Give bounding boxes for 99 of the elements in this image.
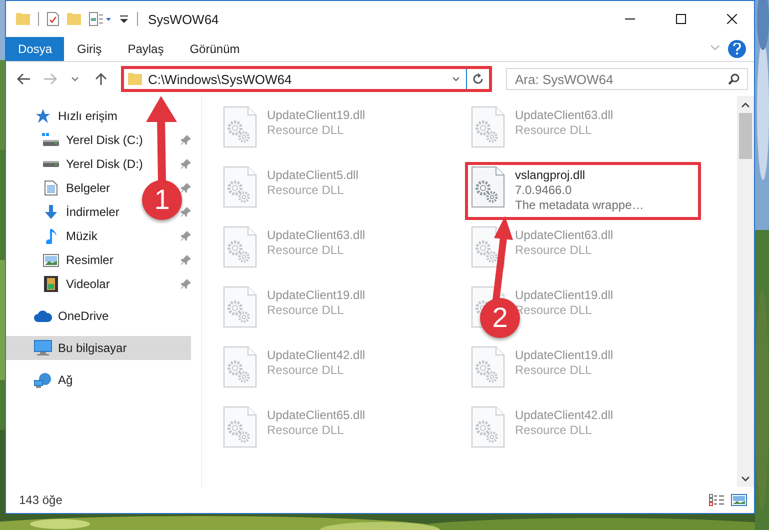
- question-mark-icon: [733, 43, 741, 55]
- sidebar-item[interactable]: Yerel Disk (C:): [6, 128, 149, 152]
- file-detail: Resource DLL: [267, 243, 345, 258]
- gear-file-icon: [471, 106, 505, 148]
- gear-file-icon: [223, 106, 257, 148]
- ribbon-tab[interactable]: Giriş: [64, 37, 115, 61]
- file-name: vslangproj.dll: [515, 168, 586, 183]
- sidebar-item[interactable]: Ağ: [6, 368, 79, 392]
- ribbon-tab[interactable]: Görünüm: [176, 37, 253, 61]
- network-icon: [34, 372, 52, 388]
- item-count: 143 öğe: [19, 493, 64, 507]
- file-detail: Resource DLL: [515, 423, 593, 438]
- chevron-icon: [71, 76, 80, 82]
- pin-icon[interactable]: [181, 135, 191, 145]
- maximize-icon: [676, 14, 686, 24]
- download-arrow-icon: [43, 204, 59, 220]
- document-icon: [44, 180, 58, 196]
- forward-arrow-icon: [42, 73, 57, 85]
- search-field[interactable]: Ara: SysWOW64: [506, 68, 748, 90]
- sidebar-item[interactable]: Hızlı erişim: [6, 104, 124, 128]
- file-detail: Resource DLL: [267, 303, 345, 318]
- pin-icon[interactable]: [181, 159, 191, 169]
- file-name: UpdateClient63.dll: [267, 228, 366, 243]
- help-button[interactable]: [728, 40, 746, 58]
- file-name: UpdateClient63.dll: [515, 108, 614, 123]
- details-view-icon: [709, 494, 725, 506]
- star-icon: [35, 108, 51, 124]
- drive-icon: [42, 133, 60, 147]
- file-item[interactable]: vslangproj.dll 7.0.9466.0 The metadata wrappe…: [465, 162, 701, 220]
- dropdown-icon[interactable]: [452, 76, 460, 82]
- file-name: UpdateClient5.dll: [267, 168, 358, 183]
- file-name: UpdateClient19.dll: [267, 108, 366, 123]
- music-note-icon: [45, 228, 57, 244]
- gear-file-icon: [471, 406, 505, 448]
- gear-file-icon: [223, 226, 257, 268]
- address-bar[interactable]: C:\Windows\SysWOW64: [120, 66, 492, 92]
- gear-file-icon: [223, 166, 257, 208]
- gear-file-icon: [471, 226, 505, 268]
- file-detail: Resource DLL: [267, 423, 345, 438]
- file-detail: Resource DLL: [267, 183, 345, 198]
- image-icon: [731, 494, 747, 506]
- cloud-icon: [34, 310, 52, 322]
- ribbon-tab[interactable]: Paylaş: [114, 37, 177, 61]
- back-arrow-icon: [16, 73, 31, 85]
- sidebar-item[interactable]: Bu bilgisayar: [6, 336, 191, 360]
- scroll-up-icon[interactable]: [741, 102, 750, 108]
- sidebar-item[interactable]: Yerel Disk (D:): [6, 152, 149, 176]
- sidebar-item[interactable]: Resimler: [6, 248, 120, 272]
- window-title: SysWOW64: [148, 12, 220, 26]
- scroll-down-icon[interactable]: [741, 476, 750, 482]
- chevron-icon[interactable]: [710, 45, 720, 50]
- file-detail: Resource DLL: [267, 363, 345, 378]
- sidebar-item[interactable]: İndirmeler: [6, 200, 126, 224]
- file-name: UpdateClient65.dll: [267, 408, 366, 423]
- large-icons-view-button[interactable]: [730, 492, 748, 508]
- dropdown-icon[interactable]: [119, 14, 129, 24]
- gear-file-icon: [471, 346, 505, 388]
- pin-icon[interactable]: [181, 279, 191, 289]
- sidebar-item[interactable]: Belgeler: [6, 176, 116, 200]
- gear-file-icon: [223, 346, 257, 388]
- gear-file-icon: [223, 286, 257, 328]
- pin-icon[interactable]: [181, 255, 191, 265]
- file-detail: Resource DLL: [515, 363, 593, 378]
- file-detail: Resource DLL: [267, 123, 345, 138]
- properties-icon[interactable]: [89, 12, 111, 26]
- minimize-icon: [624, 18, 634, 20]
- gear-file-icon: [223, 406, 257, 448]
- file-detail: Resource DLL: [515, 243, 593, 258]
- refresh-icon: [472, 73, 484, 85]
- film-icon: [44, 276, 58, 292]
- pin-icon[interactable]: [181, 183, 191, 193]
- ribbon-tab[interactable]: Dosya: [6, 37, 64, 61]
- address-path: C:\Windows\SysWOW64: [148, 72, 293, 86]
- monitor-icon: [34, 340, 52, 356]
- sidebar-item[interactable]: Videolar: [6, 272, 116, 296]
- scroll-thumb[interactable]: [739, 113, 752, 159]
- file-detail: Resource DLL: [515, 123, 593, 138]
- close-icon: [726, 14, 736, 24]
- pin-icon[interactable]: [181, 231, 191, 241]
- scrollbar[interactable]: [737, 96, 754, 487]
- sidebar-item[interactable]: Müzik: [6, 224, 104, 248]
- details-view-button[interactable]: [708, 492, 726, 508]
- gear-file-icon: [471, 166, 505, 208]
- file-name: UpdateClient19.dll: [515, 348, 614, 363]
- sidebar-item[interactable]: OneDrive: [6, 304, 115, 328]
- drive-icon: [42, 160, 60, 168]
- file-name: UpdateClient19.dll: [267, 288, 366, 303]
- checkmark-document-icon[interactable]: [47, 12, 59, 26]
- file-detail: The metadata wrappe…: [515, 198, 644, 213]
- file-name: UpdateClient19.dll: [515, 288, 614, 303]
- file-detail: 7.0.9466.0: [515, 183, 573, 198]
- file-name: UpdateClient63.dll: [515, 228, 614, 243]
- folder-icon: [128, 73, 142, 85]
- up-arrow-icon: [95, 72, 108, 86]
- image-icon: [43, 254, 59, 266]
- file-name: UpdateClient42.dll: [267, 348, 366, 363]
- file-name: UpdateClient42.dll: [515, 408, 614, 423]
- search-icon[interactable]: [728, 73, 740, 85]
- pin-icon[interactable]: [181, 207, 191, 217]
